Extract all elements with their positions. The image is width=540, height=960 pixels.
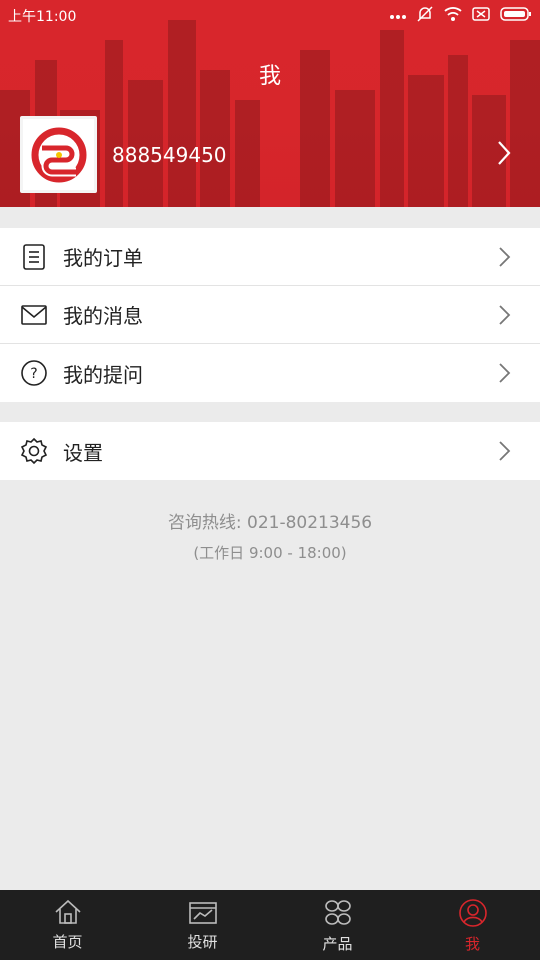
menu-item-orders[interactable]: 我的订单 xyxy=(0,228,540,286)
products-icon xyxy=(323,899,353,931)
more-dots-icon xyxy=(390,8,406,24)
menu-item-messages[interactable]: 我的消息 xyxy=(0,286,540,344)
status-time: 上午11:00 xyxy=(8,9,77,25)
question-icon: ? xyxy=(20,359,48,387)
document-icon xyxy=(20,243,48,271)
user-id: 888549450 xyxy=(112,143,227,167)
svg-text:?: ? xyxy=(30,366,37,382)
gear-icon xyxy=(20,437,48,465)
menu-item-label: 我的订单 xyxy=(63,246,143,270)
status-icons xyxy=(390,5,532,27)
chevron-right-icon xyxy=(497,246,511,272)
avatar[interactable] xyxy=(20,116,97,193)
mute-bell-icon xyxy=(416,5,434,27)
tab-label: 我 xyxy=(464,935,480,953)
tab-me[interactable]: 我 xyxy=(405,890,540,960)
tab-products[interactable]: 产品 xyxy=(270,890,405,960)
user-icon xyxy=(458,899,488,931)
tab-research[interactable]: 投研 xyxy=(135,890,270,960)
battery-icon xyxy=(500,6,532,26)
tab-label: 首页 xyxy=(52,933,83,951)
menu-item-questions[interactable]: ? 我的提问 xyxy=(0,344,540,402)
tab-label: 产品 xyxy=(322,935,353,953)
wifi-icon xyxy=(444,6,462,26)
brand-logo-icon xyxy=(31,127,86,182)
menu-item-label: 设置 xyxy=(63,440,103,465)
chevron-right-icon xyxy=(497,362,511,388)
menu-group-main: 我的订单 我的消息 ? 我的提问 xyxy=(0,228,540,402)
chevron-right-icon xyxy=(496,140,512,170)
sim-icon xyxy=(472,6,490,26)
chevron-right-icon xyxy=(497,440,511,466)
menu-item-settings[interactable]: 设置 xyxy=(0,422,540,480)
status-bar: 上午11:00 xyxy=(0,0,540,28)
profile-header: 上午11:00 我 888549450 xyxy=(0,0,540,207)
hotline-hours: (工作日 9:00 - 18:00) xyxy=(193,544,347,562)
envelope-icon xyxy=(20,301,48,329)
page-title: 我 xyxy=(258,64,281,89)
research-icon xyxy=(188,899,218,929)
tab-label: 投研 xyxy=(187,933,218,951)
menu-item-label: 我的提问 xyxy=(63,362,143,387)
home-icon xyxy=(53,899,83,929)
bottom-tab-bar: 首页 投研 产品 我 xyxy=(0,890,540,960)
menu-group-settings: 设置 xyxy=(0,422,540,480)
menu-item-label: 我的消息 xyxy=(63,304,143,328)
chevron-right-icon xyxy=(497,304,511,330)
hotline-text[interactable]: 咨询热线: 021-80213456 xyxy=(0,508,540,533)
tab-home[interactable]: 首页 xyxy=(0,890,135,960)
